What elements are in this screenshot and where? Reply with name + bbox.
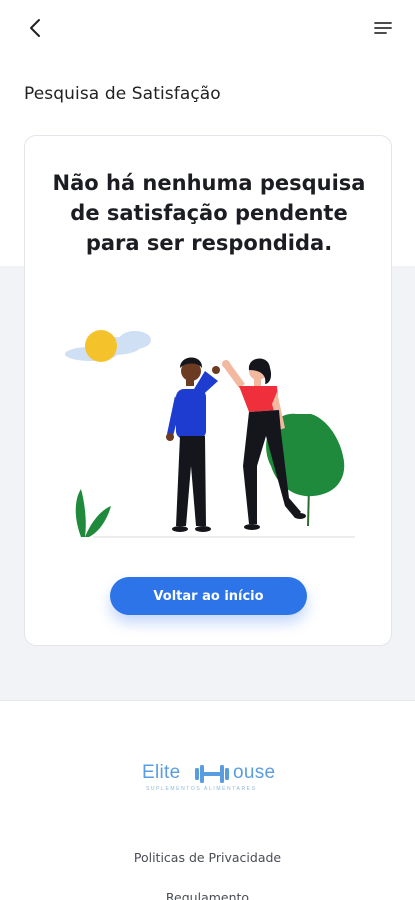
hamburger-menu-icon (374, 22, 392, 34)
sun-icon (85, 330, 117, 362)
high-five-illustration (65, 330, 355, 538)
logo-text-right: ouse (233, 762, 276, 783)
menu-button[interactable] (369, 14, 397, 42)
page-title: Pesquisa de Satisfação (24, 84, 221, 104)
regulations-link[interactable]: Regulamento (0, 890, 415, 900)
dumbbell-icon (195, 765, 229, 783)
footer-background (0, 700, 415, 900)
empty-state-card: Não há nenhuma pesquisa de satisfação pe… (24, 135, 392, 646)
man-figure (166, 357, 220, 532)
plant-icon (75, 489, 111, 537)
empty-state-message: Não há nenhuma pesquisa de satisfação pe… (52, 171, 366, 255)
chevron-left-icon (30, 19, 40, 37)
back-button[interactable] (22, 14, 50, 42)
back-to-home-button[interactable]: Voltar ao início (110, 577, 307, 615)
logo-text-left: Elite (142, 762, 181, 783)
privacy-policy-link[interactable]: Politicas de Privacidade (0, 850, 415, 865)
logo-tagline: SUPLEMENTOS ALIMENTARES (146, 786, 257, 792)
top-bar (0, 0, 415, 58)
elite-house-logo[interactable]: Elite ouse SUPLEMENTOS ALIMENTARES (140, 758, 280, 798)
